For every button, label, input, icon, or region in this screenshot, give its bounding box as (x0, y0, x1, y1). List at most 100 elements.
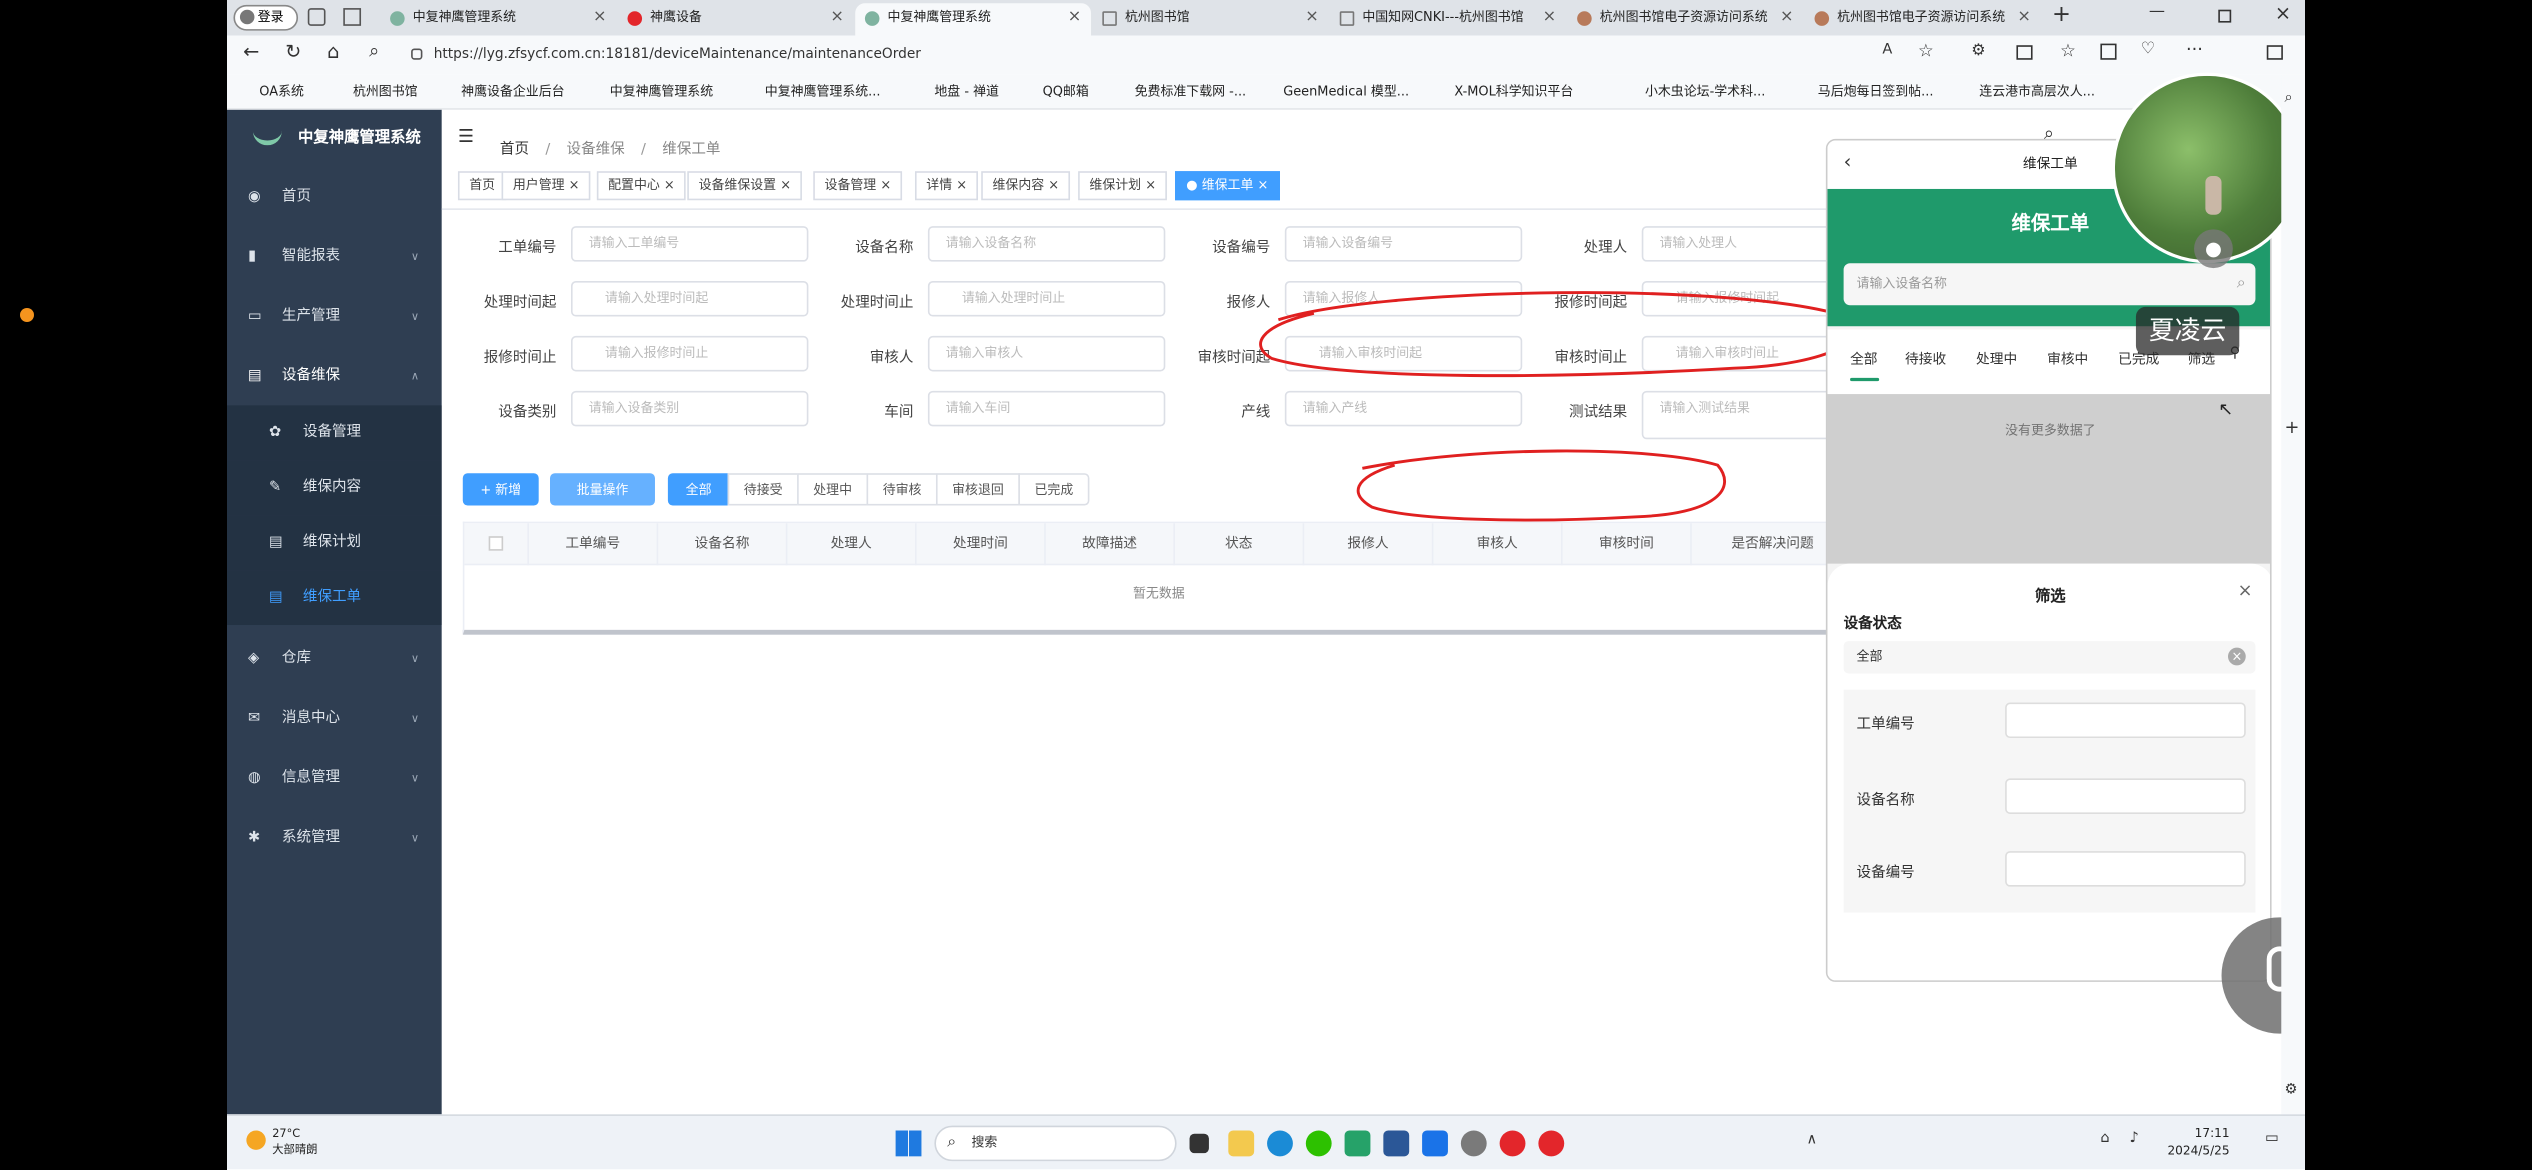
status-tab-pending-review[interactable]: 待审核 (866, 473, 938, 506)
order-no-filter-input[interactable] (2005, 702, 2246, 739)
reviewer-input[interactable]: 请输入审核人 (927, 335, 1166, 372)
tag-config-center[interactable]: 配置中心 × (596, 171, 687, 201)
url-bar[interactable]: https://lyg.zfsycf.com.cn:18181/deviceMa… (408, 40, 1862, 69)
settings-icon[interactable] (1460, 1130, 1487, 1157)
mic-icon[interactable]: ● (2194, 229, 2233, 269)
start-icon[interactable] (895, 1130, 922, 1157)
favorite-item[interactable]: 马后炮每日签到帖... (1818, 82, 1934, 100)
favorite-item[interactable]: 小木虫论坛-学术科... (1645, 82, 1765, 100)
tray-chevron-icon[interactable]: ∧ (1806, 1132, 1817, 1148)
refresh-icon[interactable]: ↻ (285, 40, 301, 63)
close-icon[interactable]: × (780, 178, 791, 193)
close-tab-icon[interactable]: × (2017, 3, 2031, 32)
profile-button[interactable]: 登录 (233, 4, 299, 31)
tag-maintenance-content[interactable]: 维保内容 × (981, 171, 1071, 201)
mobile-search-input[interactable]: 请输入设备名称 ⌕ (1843, 263, 2256, 306)
taskbar-search[interactable]: ⌕ 搜索 (934, 1125, 1177, 1162)
sidebar-search-icon[interactable]: ⌕ (2285, 90, 2293, 106)
breadcrumb-item[interactable]: 首页 (500, 142, 529, 158)
opera-active-icon[interactable] (1538, 1130, 1565, 1157)
close-window-icon[interactable]: × (2275, 2, 2291, 25)
tab-7[interactable]: 杭州图书馆电子资源访问系统 × (1805, 3, 2041, 35)
mobile-tab-all[interactable]: 全部 (1850, 349, 1877, 368)
search-icon[interactable]: ⌕ (2237, 263, 2246, 305)
weather-widget[interactable]: 27°C 大部晴朗 (246, 1126, 317, 1158)
menu-maintenance-plan[interactable]: ▤ 维保计划 (227, 515, 442, 571)
menu-maintenance-order[interactable]: ▤ 维保工单 (227, 570, 442, 626)
favorite-item[interactable]: 免费标准下载网 -... (1135, 82, 1247, 100)
wechat-icon[interactable] (1305, 1130, 1332, 1157)
menu-messages[interactable]: ✉ 消息中心 ∨ (227, 690, 442, 748)
device-no-input[interactable]: 请输入设备编号 (1284, 226, 1523, 262)
mobile-tab-processing[interactable]: 处理中 (1976, 349, 2017, 368)
menu-production[interactable]: ▭ 生产管理 ∨ (227, 287, 442, 345)
network-icon[interactable]: ⌂ (2100, 1131, 2109, 1147)
sidebar-toggle-icon[interactable] (2266, 45, 2283, 60)
favorite-item[interactable]: OA系统 (259, 82, 304, 100)
split-screen-icon[interactable] (2016, 45, 2033, 60)
select-all-checkbox[interactable] (488, 536, 504, 551)
tab-2[interactable]: 神鹰设备 × (618, 3, 854, 35)
status-tab-review-returned[interactable]: 审核退回 (935, 473, 1020, 506)
status-tab-completed[interactable]: 已完成 (1018, 473, 1090, 506)
status-tab-all[interactable]: 全部 (667, 473, 730, 506)
batch-operation-button[interactable]: 批量操作 (550, 473, 655, 506)
favorite-item[interactable]: X-MOL科学知识平台 (1454, 82, 1573, 100)
favorites-icon[interactable]: ☆ (2060, 40, 2076, 61)
report-time-end-input[interactable]: 请输入报修时间止 (570, 335, 809, 372)
tag-maintenance-settings[interactable]: 设备维保设置 × (687, 171, 803, 201)
close-icon[interactable]: × (880, 178, 891, 193)
favorite-item[interactable]: 中复神鹰管理系统... (765, 82, 881, 100)
new-tab-icon[interactable]: + (2052, 2, 2071, 28)
tag-home[interactable]: 首页 (457, 171, 507, 201)
close-tab-icon[interactable]: × (830, 3, 844, 32)
menu-home[interactable]: ◉ 首页 (227, 168, 442, 226)
clear-icon[interactable]: × (2227, 647, 2246, 666)
volume-icon[interactable]: ♪ (2129, 1131, 2138, 1147)
close-icon[interactable]: × (569, 178, 580, 193)
favorite-item[interactable]: 连云港市高层次人... (1979, 82, 2095, 100)
close-tab-icon[interactable]: × (1068, 3, 1082, 32)
clock[interactable]: 17:11 2024/5/25 (2165, 1124, 2229, 1160)
device-category-select[interactable]: 请输入设备类别 (570, 390, 809, 427)
favorite-item[interactable]: GeenMedical 模型... (1283, 82, 1409, 100)
close-tab-icon[interactable]: × (1543, 3, 1557, 32)
word-icon[interactable] (1383, 1130, 1410, 1157)
back-icon[interactable]: ← (243, 40, 259, 63)
menu-maintenance-content[interactable]: ✎ 维保内容 (227, 460, 442, 516)
minimize-icon[interactable]: — (2149, 3, 2165, 21)
close-icon[interactable]: × (1257, 178, 1268, 193)
notifications-icon[interactable]: ▭ (2265, 1131, 2279, 1147)
close-tab-icon[interactable]: × (593, 3, 607, 32)
tab-5[interactable]: 中国知网CNKI---杭州图书馆 × (1330, 3, 1566, 35)
more-icon[interactable]: ··· (2186, 39, 2203, 60)
task-view-icon[interactable] (1189, 1133, 1209, 1154)
device-name-input[interactable]: 请输入设备名称 (927, 226, 1166, 262)
close-icon[interactable]: × (664, 178, 675, 193)
read-aloud-icon[interactable]: A (1882, 42, 1892, 58)
favorite-item[interactable]: 地盘 - 禅道 (934, 82, 999, 100)
workshop-select[interactable]: 请输入车间 (927, 390, 1166, 427)
breadcrumb-item[interactable]: 设备维保 (567, 142, 625, 158)
tag-details[interactable]: 详情 × (914, 171, 979, 201)
menu-system[interactable]: ✱ 系统管理 ∨ (227, 809, 442, 867)
edge-icon[interactable] (1267, 1130, 1293, 1157)
search-icon[interactable]: ⌕ (369, 40, 379, 63)
maximize-icon[interactable] (2218, 9, 2232, 23)
favorite-item[interactable]: 中复神鹰管理系统 (610, 82, 713, 100)
close-icon[interactable]: × (2238, 580, 2253, 601)
menu-reports[interactable]: ▮ 智能报表 ∨ (227, 228, 442, 286)
menu-maintenance[interactable]: ▤ 设备维保 ∧ (227, 347, 442, 405)
tab-6[interactable]: 杭州图书馆电子资源访问系统 × (1567, 3, 1803, 35)
favorite-item[interactable]: 神鹰设备企业后台 (461, 82, 564, 100)
browser-essentials-icon[interactable]: ♡ (2141, 40, 2155, 58)
sidebar-add-icon[interactable]: + (2285, 417, 2300, 438)
tag-device-management[interactable]: 设备管理 × (813, 171, 903, 201)
tag-maintenance-plan[interactable]: 维保计划 × (1078, 171, 1168, 201)
device-no-filter-input[interactable] (2005, 851, 2246, 887)
file-explorer-icon[interactable] (1228, 1130, 1255, 1157)
tab-3[interactable]: 中复神鹰管理系统 × (855, 3, 1092, 36)
tab-actions-icon[interactable] (343, 8, 362, 26)
handle-time-end-input[interactable]: 请输入处理时间止 (927, 281, 1166, 317)
menu-device-management[interactable]: ✿ 设备管理 (227, 405, 442, 461)
